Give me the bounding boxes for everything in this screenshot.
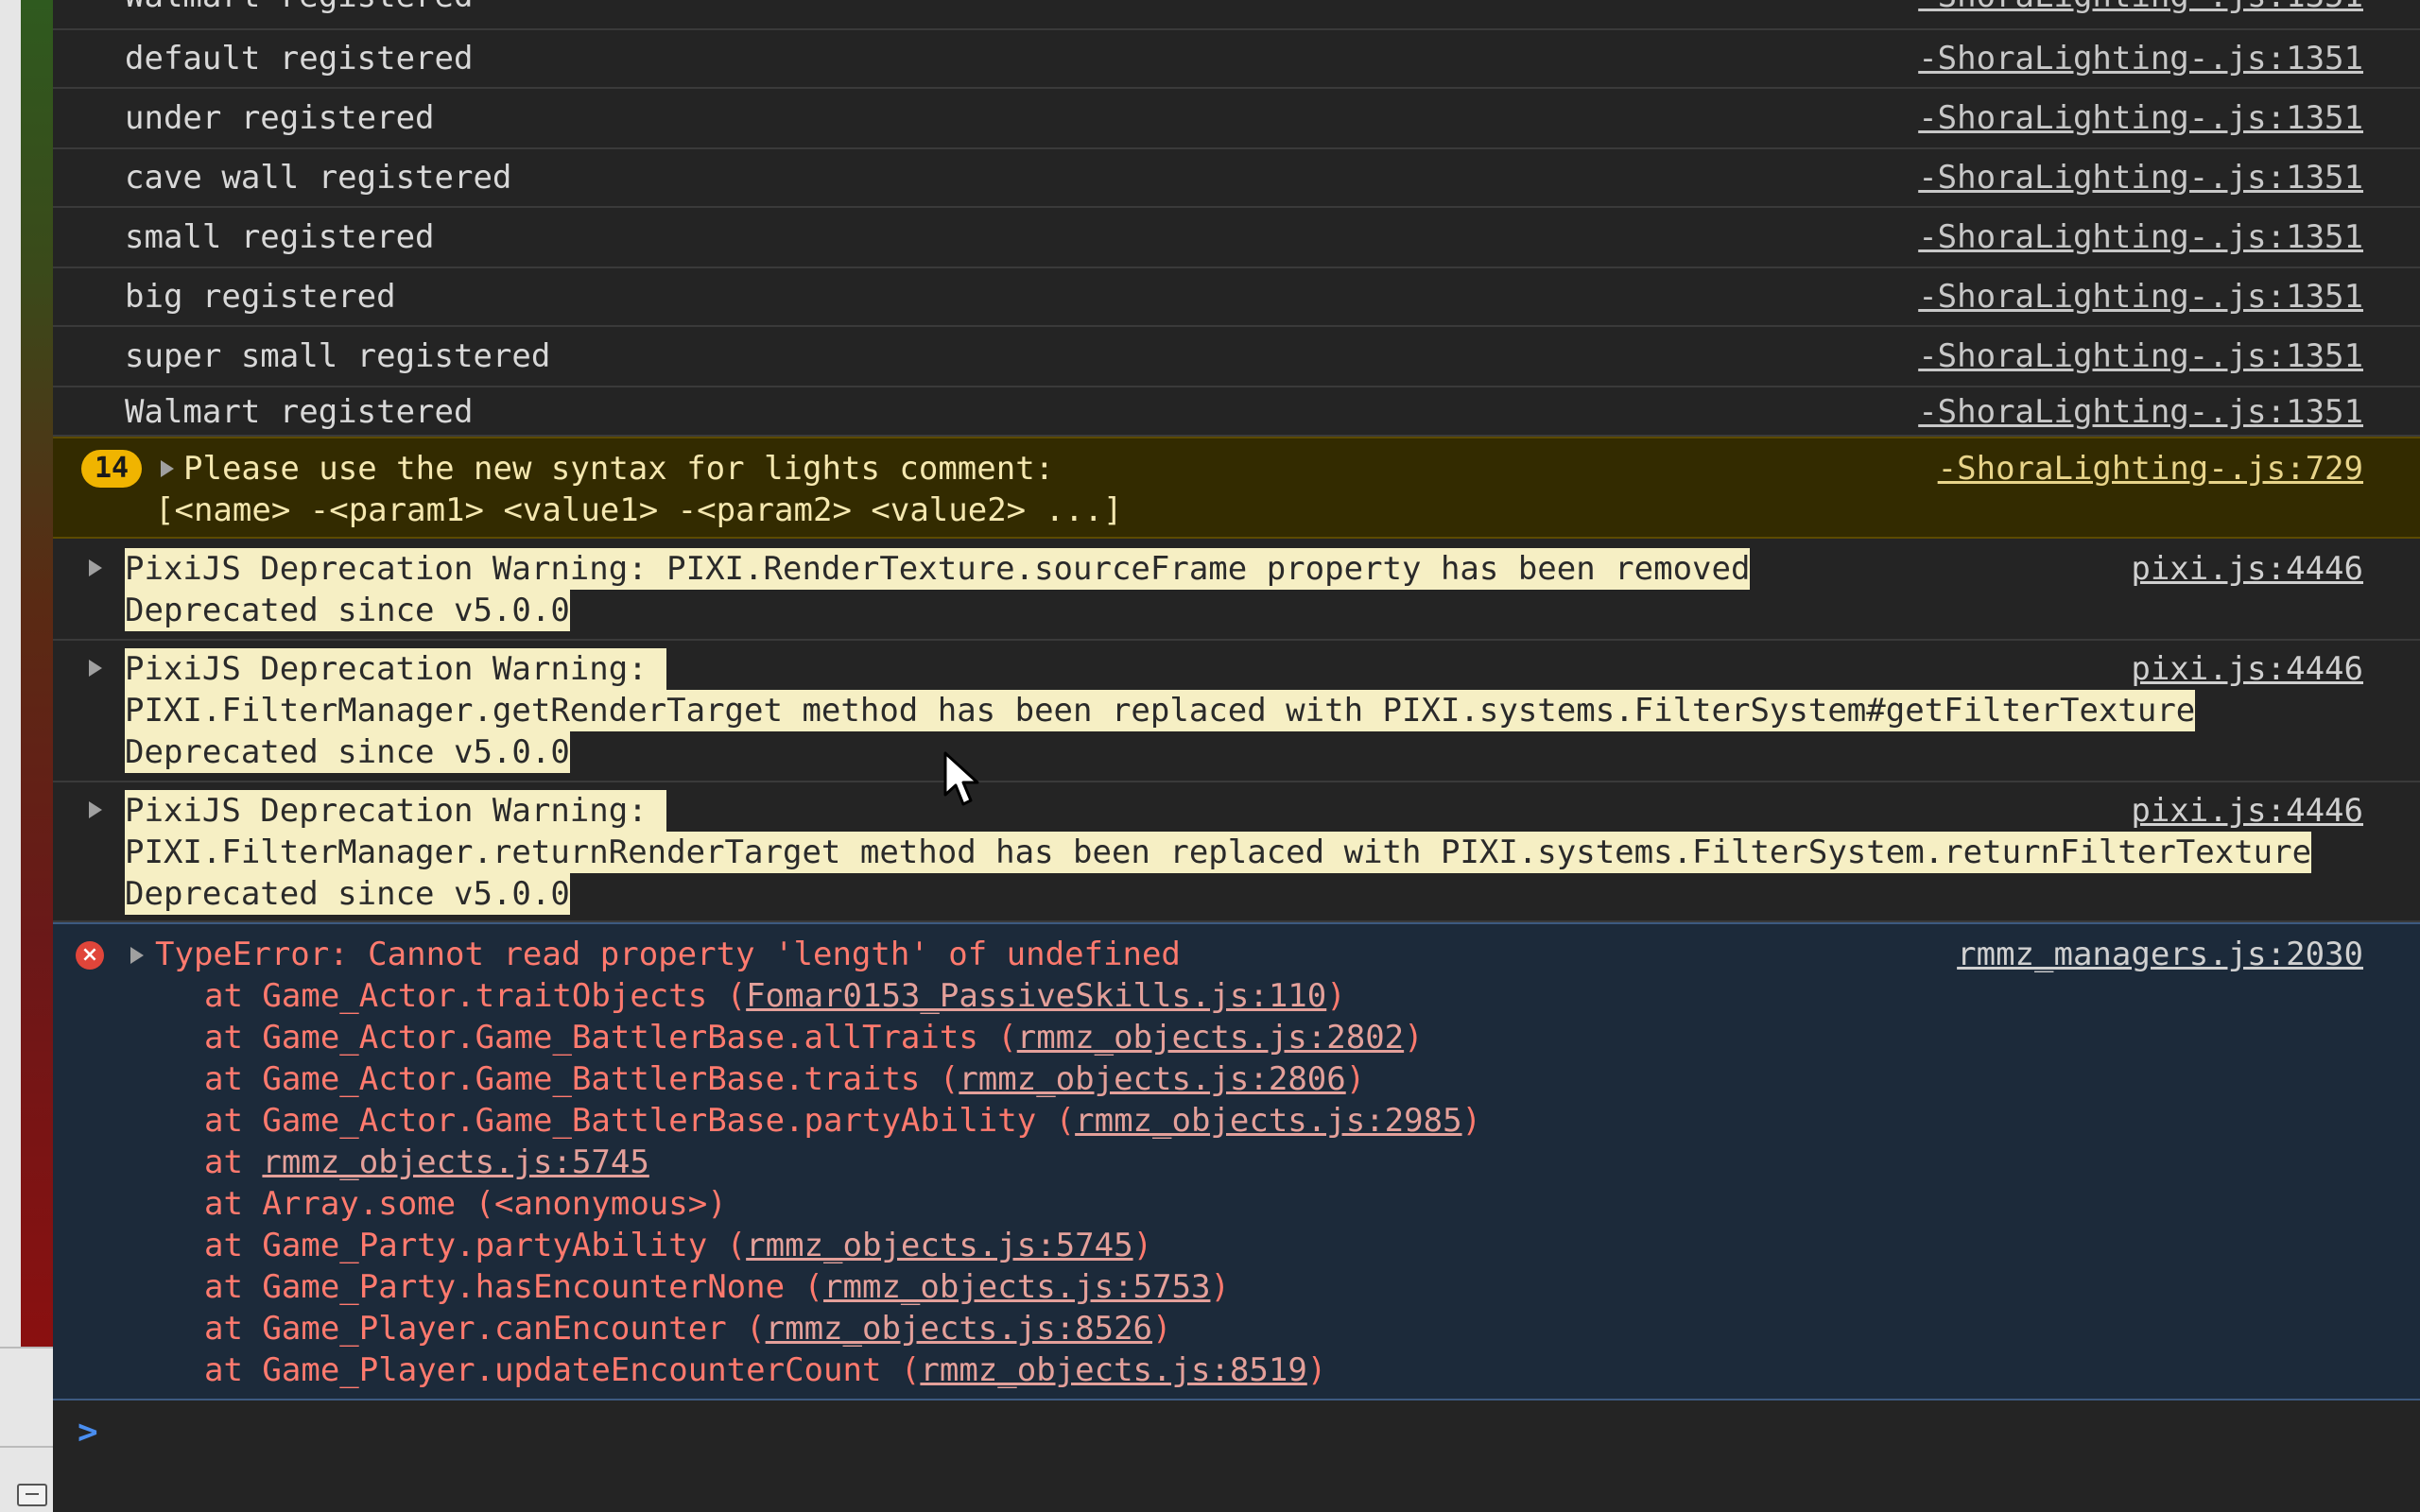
stack-frame: at Array.some (<anonymous>) [204, 1185, 727, 1223]
log-source-link[interactable]: -ShoraLighting-.js:1351 [1918, 216, 2363, 258]
deprecation-since: Deprecated since v5.0.0 [125, 731, 570, 773]
stack-frame-link[interactable]: rmmz_objects.js:8526 [766, 1310, 1152, 1348]
deprecation-message: PIXI.FilterManager.getRenderTarget metho… [125, 690, 2196, 731]
error-row[interactable]: × TypeError: Cannot read property 'lengt… [53, 922, 2420, 1400]
log-row[interactable]: small registered -ShoraLighting-.js:1351 [53, 208, 2420, 268]
log-row[interactable]: cave wall registered -ShoraLighting-.js:… [53, 149, 2420, 208]
stack-frame: at Game_Party.partyAbility (rmmz_objects… [204, 1227, 1153, 1264]
deprecation-since: Deprecated since v5.0.0 [125, 873, 570, 915]
warning-syntax: [<name> -<param1> <value1> -<param2> <va… [155, 491, 1123, 529]
stack-frame-link[interactable]: Fomar0153_PassiveSkills.js:110 [746, 977, 1326, 1015]
stack-frame-link[interactable]: rmmz_objects.js:5745 [262, 1143, 648, 1181]
console-panel: Walmart registered -ShoraLighting-.js:13… [53, 0, 2420, 1512]
expand-arrow-icon[interactable] [130, 947, 144, 964]
log-source-link[interactable]: -ShoraLighting-.js:1351 [1918, 335, 2363, 377]
log-row[interactable]: under registered -ShoraLighting-.js:1351 [53, 89, 2420, 149]
log-message: under registered [125, 99, 435, 137]
log-source-link[interactable]: -ShoraLighting-.js:1351 [1918, 38, 2363, 79]
log-message: super small registered [125, 337, 551, 375]
log-source-link[interactable]: -ShoraLighting-.js:1351 [1918, 157, 2363, 198]
log-message: Walmart registered [125, 0, 473, 17]
error-message: TypeError: Cannot read property 'length'… [155, 936, 1181, 973]
deprecation-source-link[interactable]: pixi.js:4446 [2131, 648, 2363, 690]
deprecation-source-link[interactable]: pixi.js:4446 [2131, 548, 2363, 590]
deprecation-warning-row[interactable]: PixiJS Deprecation Warning: PIXI.FilterM… [53, 641, 2420, 782]
log-source-link[interactable]: -ShoraLighting-.js:1351 [1918, 276, 2363, 318]
error-icon: × [76, 941, 104, 970]
warning-count-badge: 14 [81, 450, 142, 488]
mouse-cursor-icon [943, 751, 979, 806]
stack-frame-link[interactable]: rmmz_objects.js:2802 [1017, 1019, 1404, 1057]
stack-frame-link[interactable]: rmmz_objects.js:2985 [1075, 1102, 1461, 1140]
devtools-window: Walmart registered -ShoraLighting-.js:13… [0, 0, 2420, 1512]
expand-arrow-icon[interactable] [89, 559, 102, 576]
log-message: default registered [125, 40, 474, 77]
log-source-link[interactable]: -ShoraLighting-.js:1351 [1918, 97, 2363, 139]
stack-frame-link[interactable]: rmmz_objects.js:2806 [959, 1060, 1345, 1098]
deprecation-message: PixiJS Deprecation Warning: PIXI.RenderT… [125, 548, 1751, 590]
game-window-edge [0, 0, 53, 1512]
stack-frame-link[interactable]: rmmz_objects.js:5745 [746, 1227, 1132, 1264]
stack-frame: at Game_Actor.Game_BattlerBase.allTraits… [204, 1019, 1424, 1057]
stack-frame-link[interactable]: rmmz_objects.js:8519 [920, 1351, 1306, 1389]
log-message: small registered [125, 218, 435, 256]
deprecation-source-link[interactable]: pixi.js:4446 [2131, 790, 2363, 832]
log-row[interactable]: Walmart registered -ShoraLighting-.js:13… [53, 387, 2420, 437]
game-canvas-edge [21, 0, 53, 1347]
stack-frame: at Game_Actor.Game_BattlerBase.traits (r… [204, 1060, 1366, 1098]
log-source-link[interactable]: -ShoraLighting-.js:1351 [1918, 391, 2363, 433]
log-row[interactable]: super small registered -ShoraLighting-.j… [53, 327, 2420, 387]
deprecation-title: PixiJS Deprecation Warning: [125, 648, 667, 690]
log-row[interactable]: default registered -ShoraLighting-.js:13… [53, 30, 2420, 89]
stack-frame: at Game_Party.hasEncounterNone (rmmz_obj… [204, 1268, 1230, 1306]
warning-message: Please use the new syntax for lights com… [183, 450, 1055, 488]
warning-source-link[interactable]: -ShoraLighting-.js:729 [1938, 448, 2363, 490]
stack-frame: at Game_Player.updateEncounterCount (rmm… [204, 1351, 1327, 1389]
log-message: big registered [125, 278, 396, 316]
stack-frame: at Game_Actor.traitObjects (Fomar0153_Pa… [204, 977, 1346, 1015]
log-message: cave wall registered [125, 159, 512, 197]
expand-arrow-icon[interactable] [161, 460, 174, 477]
toggle-drawer-icon[interactable] [17, 1484, 47, 1506]
console-prompt[interactable]: > [78, 1412, 98, 1453]
deprecation-since: Deprecated since v5.0.0 [125, 590, 570, 631]
expand-arrow-icon[interactable] [89, 660, 102, 677]
deprecation-message: PIXI.FilterManager.returnRenderTarget me… [125, 832, 2312, 873]
log-row[interactable]: big registered -ShoraLighting-.js:1351 [53, 268, 2420, 327]
warning-group-row[interactable]: 14 Please use the new syntax for lights … [53, 437, 2420, 539]
divider [0, 1446, 53, 1448]
log-row[interactable]: Walmart registered -ShoraLighting-.js:13… [53, 0, 2420, 30]
log-source-link[interactable]: -ShoraLighting-.js:1351 [1918, 0, 2363, 17]
expand-arrow-icon[interactable] [89, 801, 102, 818]
divider [0, 1347, 53, 1349]
stack-frame: at rmmz_objects.js:5745 [204, 1143, 649, 1181]
deprecation-warning-row[interactable]: PixiJS Deprecation Warning: PIXI.RenderT… [53, 541, 2420, 641]
stack-frame: at Game_Actor.Game_BattlerBase.partyAbil… [204, 1102, 1482, 1140]
deprecation-title: PixiJS Deprecation Warning: [125, 790, 667, 832]
log-message: Walmart registered [125, 393, 474, 431]
deprecation-warning-row[interactable]: PixiJS Deprecation Warning: PIXI.FilterM… [53, 782, 2420, 922]
stack-frame: at Game_Player.canEncounter (rmmz_object… [204, 1310, 1172, 1348]
stack-frame-link[interactable]: rmmz_objects.js:5753 [823, 1268, 1210, 1306]
error-source-link[interactable]: rmmz_managers.js:2030 [1957, 934, 2363, 975]
